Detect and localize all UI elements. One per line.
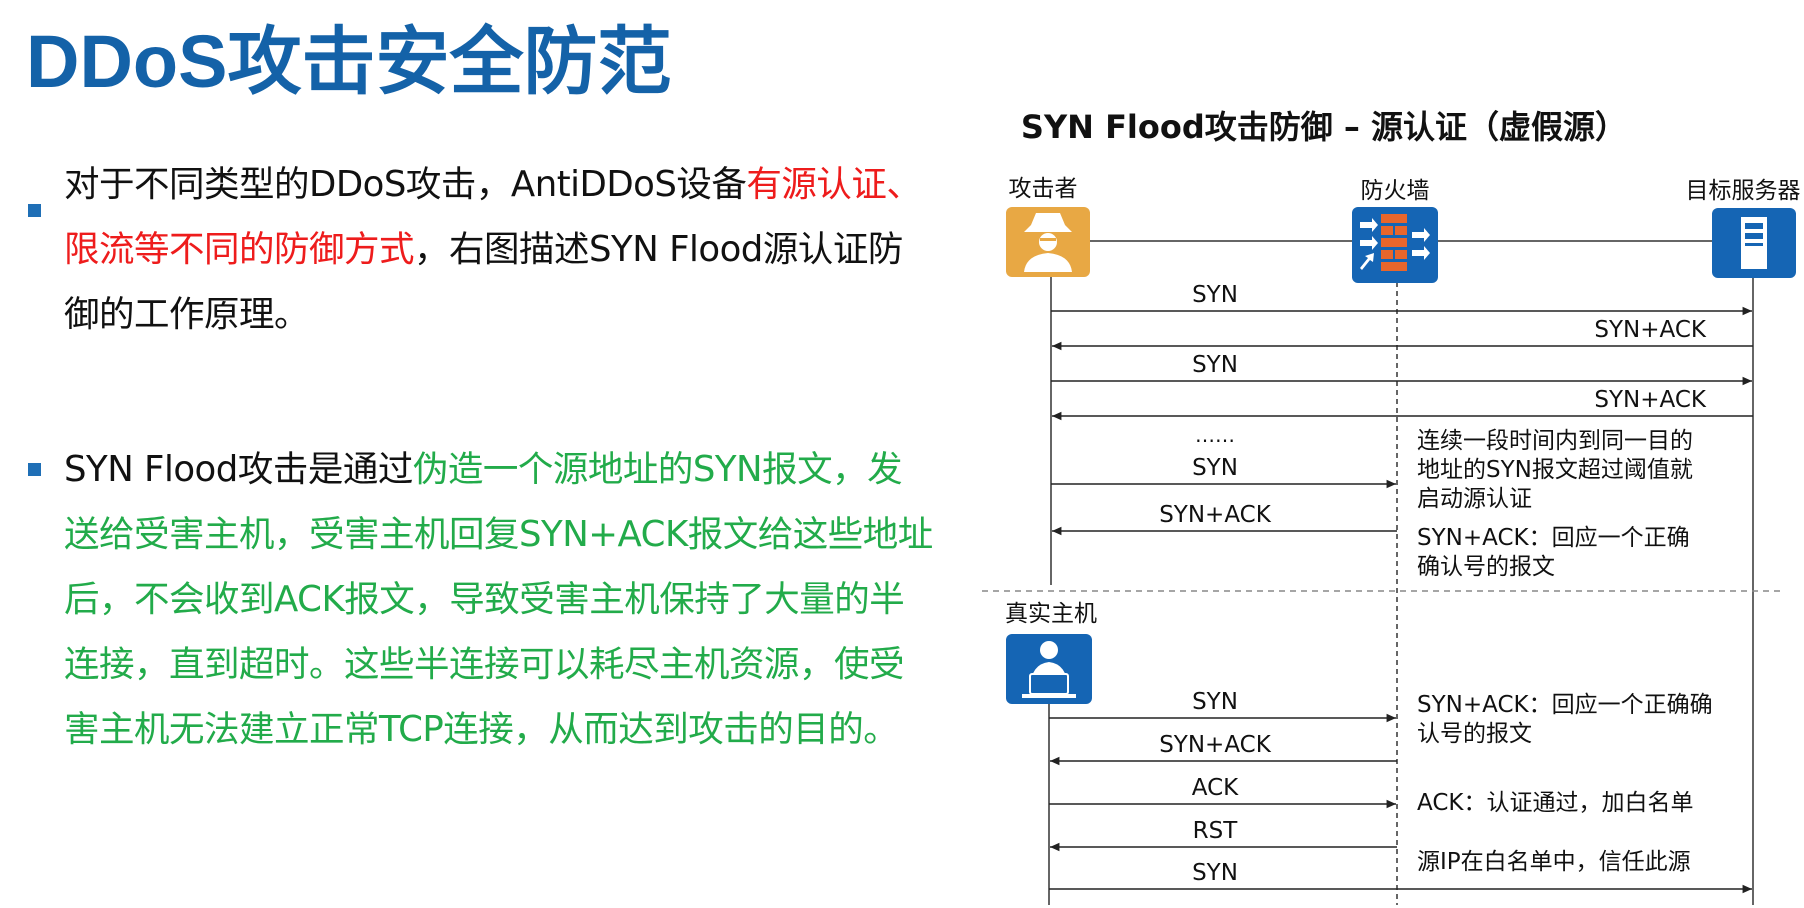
server-label: 目标服务器 <box>1686 178 1801 204</box>
fake-msg-label-6: SYN+ACK <box>1159 502 1272 528</box>
note-line-0: 连续一段时间内到同一目的 <box>1417 428 1693 454</box>
attacker-label: 攻击者 <box>1009 176 1078 202</box>
note-line-2: 启动源认证 <box>1417 486 1532 512</box>
firewall-label: 防火墙 <box>1361 178 1430 204</box>
user-laptop-icon <box>1006 634 1092 704</box>
fake-msg-label-5: SYN <box>1192 455 1238 481</box>
fake-msg-label-0: SYN <box>1192 282 1238 308</box>
real-msg-label-3: RST <box>1193 818 1239 844</box>
notes-group: 连续一段时间内到同一目的地址的SYN报文超过阈值就启动源认证 SYN+ACK：回应… <box>1417 428 1713 875</box>
real-msg-label-2: ACK <box>1192 775 1239 801</box>
server-tower-icon <box>1712 208 1796 278</box>
real-msg-label-4: SYN <box>1192 860 1238 886</box>
note-line-8: 源IP在白名单中，信任此源 <box>1417 849 1691 875</box>
hat-man-icon <box>1006 207 1090 277</box>
note-line-6: 认号的报文 <box>1417 721 1532 747</box>
fake-msg-label-2: SYN <box>1192 352 1238 378</box>
fake-msg-ellipsis-4: …… <box>1195 423 1235 447</box>
real-msg-label-1: SYN+ACK <box>1159 732 1272 758</box>
fake-msg-label-1: SYN+ACK <box>1594 317 1707 343</box>
note-line-4: 确认号的报文 <box>1417 554 1555 580</box>
sequence-diagram: SYN Flood攻击防御 – 源认证（虚假源） 攻击者 防火墙 目标服务器 真… <box>982 108 1801 905</box>
fake-msg-label-3: SYN+ACK <box>1594 387 1707 413</box>
brick-firewall-icon <box>1352 207 1438 283</box>
diagram-title: SYN Flood攻击防御 – 源认证（虚假源） <box>1021 108 1627 146</box>
note-line-5: SYN+ACK：回应一个正确确 <box>1417 692 1713 718</box>
note-line-3: SYN+ACK：回应一个正确 <box>1417 525 1690 551</box>
note-line-7: ACK：认证通过，加白名单 <box>1417 790 1693 816</box>
real-msg-label-0: SYN <box>1192 689 1238 715</box>
note-line-1: 地址的SYN报文超过阈值就 <box>1417 457 1693 483</box>
real-host-label: 真实主机 <box>1005 601 1097 627</box>
